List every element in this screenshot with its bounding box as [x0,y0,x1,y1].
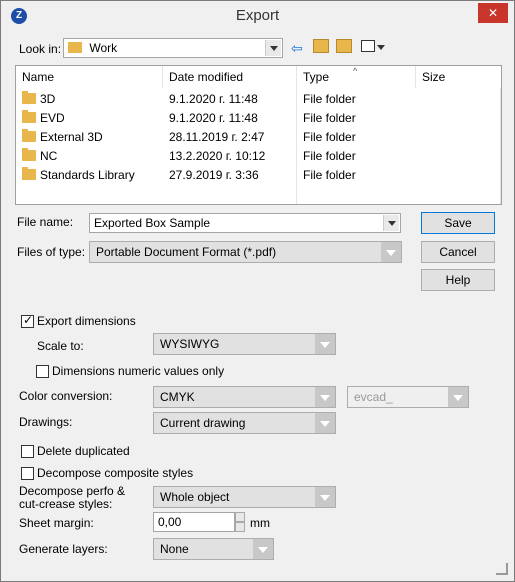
lookin-label: Look in: [19,42,62,56]
item-name: NC [40,149,58,163]
up-folder-icon[interactable] [313,39,329,53]
col-name[interactable]: Name [16,66,163,88]
view-menu-chevron-icon[interactable] [377,45,385,50]
item-name: Standards Library [40,168,135,182]
item-name: 3D [40,92,56,106]
list-item[interactable]: NC 13.2.2020 г. 10:12 File folder [16,147,486,166]
file-list[interactable]: Name Date modified Type ^ Size 3D 9.1.20… [15,65,502,205]
filetype-label: Files of type: [17,245,86,259]
scale-to-label: Scale to: [37,339,84,353]
delete-duplicated-checkbox[interactable] [21,445,34,458]
generate-layers-label: Generate layers: [19,542,108,556]
item-type: File folder [303,130,356,144]
spin-down-icon[interactable] [235,522,245,532]
title-bar: Z Export ✕ [1,1,514,31]
chevron-down-icon[interactable] [315,387,335,407]
help-button[interactable]: Help [421,269,495,291]
list-item[interactable]: Standards Library 27.9.2019 г. 3:36 File… [16,166,486,185]
decompose-perfo-select[interactable]: Whole object [153,486,336,508]
item-type: File folder [303,92,356,106]
export-dimensions-checkbox[interactable] [21,313,34,328]
color-profile-select[interactable]: evcad_ [347,386,469,408]
sheet-margin-label: Sheet margin: [19,516,94,530]
color-conversion-label: Color conversion: [19,389,113,403]
folder-icon [68,42,82,53]
filetype-select[interactable]: Portable Document Format (*.pdf) [89,241,402,263]
generate-layers-value: None [160,542,189,556]
chevron-down-icon[interactable] [315,487,335,507]
drawings-select[interactable]: Current drawing [153,412,336,434]
color-conversion-value: CMYK [160,390,195,404]
col-date[interactable]: Date modified [163,66,297,88]
list-item[interactable]: External 3D 28.11.2019 г. 2:47 File fold… [16,128,486,147]
resize-grip-icon[interactable] [496,563,508,575]
dim-numeric-label: Dimensions numeric values only [52,364,225,378]
item-type: File folder [303,168,356,182]
item-type: File folder [303,111,356,125]
lookin-value: Work [89,41,118,55]
decompose-composite-checkbox[interactable] [21,467,34,480]
filetype-value: Portable Document Format (*.pdf) [96,245,277,259]
folder-icon [22,129,36,142]
chevron-down-icon[interactable] [381,242,401,262]
item-name: External 3D [40,130,103,144]
folder-icon [22,148,36,161]
item-date: 13.2.2020 г. 10:12 [169,149,266,163]
lookin-combo[interactable]: Work [63,38,283,58]
item-date: 27.9.2019 г. 3:36 [169,168,259,182]
sheet-margin-unit: mm [250,516,270,530]
color-conversion-select[interactable]: CMYK [153,386,336,408]
decompose-perfo-value: Whole object [160,490,230,504]
close-button[interactable]: ✕ [478,3,508,23]
sheet-margin-value: 0,00 [158,515,182,529]
drawings-value: Current drawing [160,416,246,430]
sheet-margin-input[interactable]: 0,00 [153,512,235,532]
item-type: File folder [303,149,356,163]
list-item[interactable]: 3D 9.1.2020 г. 11:48 File folder [16,90,486,109]
chevron-down-icon[interactable] [315,334,335,354]
col-divider [500,88,501,204]
window-title: Export [235,7,280,24]
item-date: 28.11.2019 г. 2:47 [169,130,265,144]
col-size[interactable]: Size [416,66,503,88]
folder-icon [22,91,36,104]
spin-up-icon[interactable] [235,512,245,522]
filename-value: Exported Box Sample [94,216,211,230]
chevron-down-icon[interactable] [448,387,468,407]
decompose-composite-label: Decompose composite styles [37,466,194,480]
folder-icon [22,110,36,123]
decompose-perfo-label-2: cut-crease styles: [19,497,113,511]
filename-label: File name: [17,215,74,229]
cancel-button[interactable]: Cancel [421,241,495,263]
sort-up-icon: ^ [353,66,358,76]
export-dialog: Z Export ✕ Look in: Work ⇦ Name Date mod… [0,0,515,582]
chevron-down-icon[interactable] [315,413,335,433]
item-date: 9.1.2020 г. 11:48 [169,111,258,125]
dim-numeric-checkbox[interactable] [36,365,49,378]
back-icon[interactable]: ⇦ [291,40,303,57]
scale-to-select[interactable]: WYSIWYG [153,333,336,355]
chevron-down-icon[interactable] [265,40,281,56]
folder-icon [22,167,36,180]
delete-duplicated-label: Delete duplicated [37,444,130,458]
generate-layers-select[interactable]: None [153,538,274,560]
view-menu-icon[interactable] [361,40,375,52]
export-dimensions-label: Export dimensions [37,314,136,328]
decompose-perfo-label: Decompose perfo & [19,484,126,498]
drawings-label: Drawings: [19,415,73,429]
chevron-down-icon[interactable] [253,539,273,559]
filename-input[interactable]: Exported Box Sample [89,213,401,233]
new-folder-icon[interactable] [336,39,352,53]
list-item[interactable]: EVD 9.1.2020 г. 11:48 File folder [16,109,486,128]
item-name: EVD [40,111,65,125]
save-button[interactable]: Save [421,212,495,234]
item-date: 9.1.2020 г. 11:48 [169,92,258,106]
scale-to-value: WYSIWYG [160,337,220,351]
color-profile-value: evcad_ [354,390,393,404]
chevron-down-icon[interactable] [383,215,399,231]
